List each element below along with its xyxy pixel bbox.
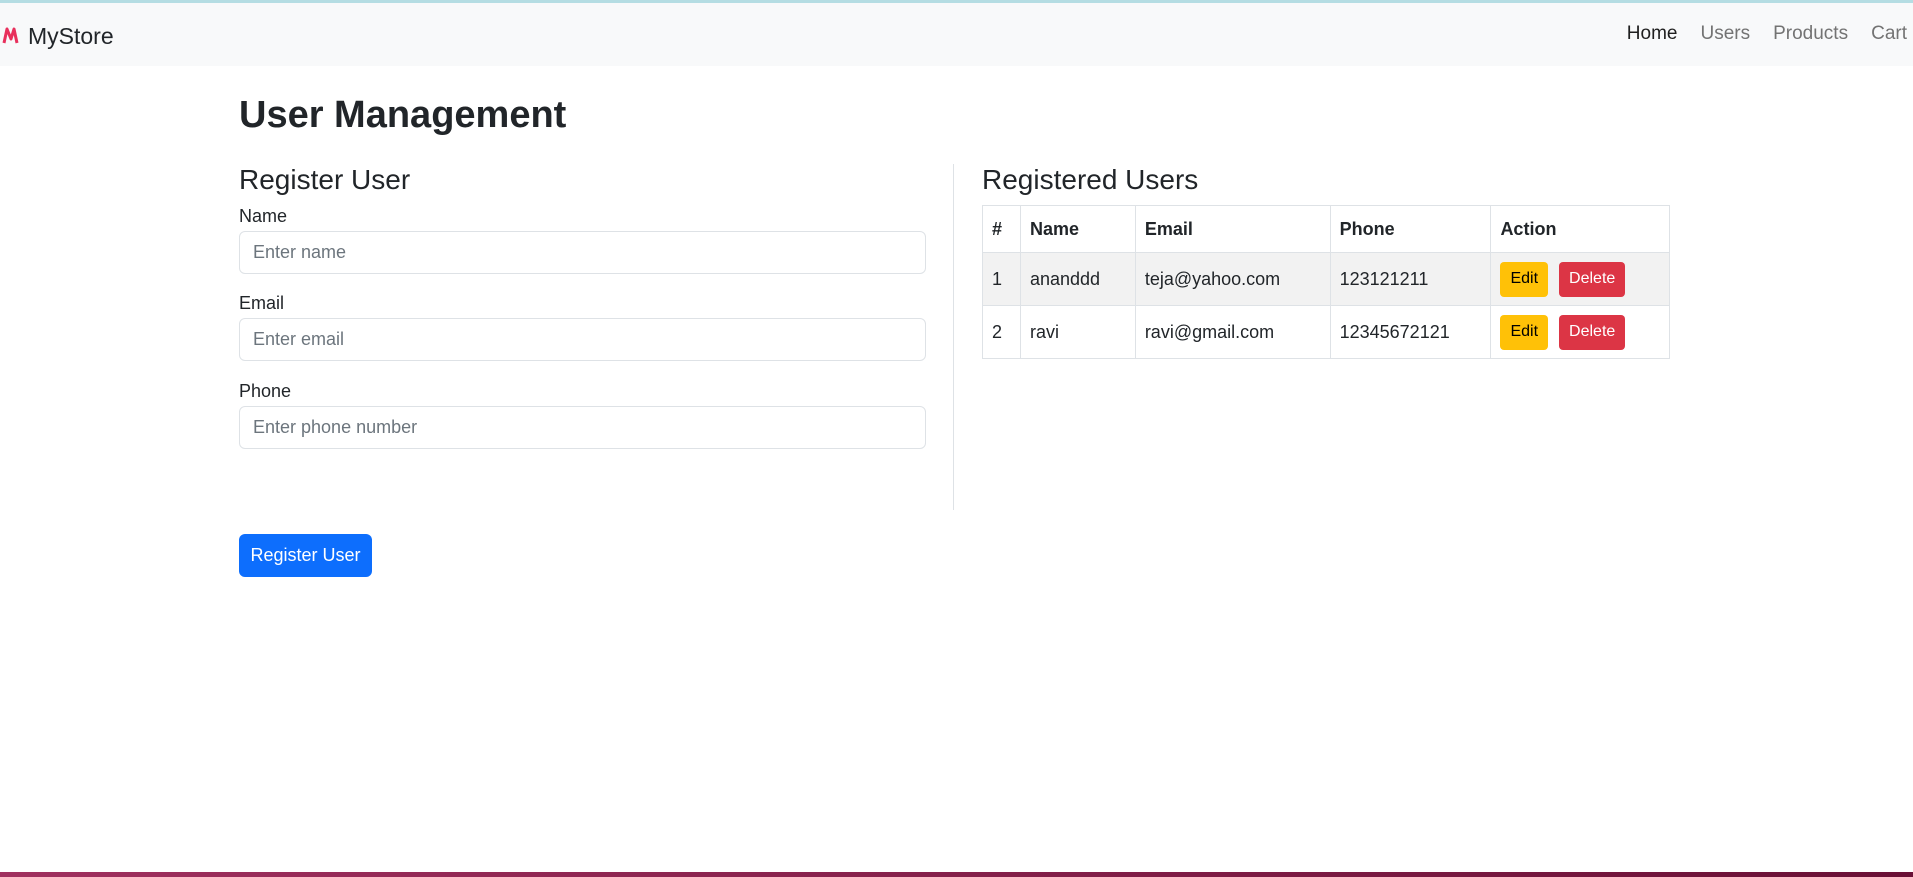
brand-logo-icon <box>2 25 24 47</box>
nav-link-products[interactable]: Products <box>1773 23 1848 45</box>
cell-phone: 123121211 <box>1329 252 1492 306</box>
cell-email: ravi@gmail.com <box>1134 305 1331 359</box>
name-input[interactable] <box>239 231 926 274</box>
column-header-phone: Phone <box>1329 205 1492 253</box>
cell-name: ananddd <box>1019 252 1136 306</box>
phone-input[interactable] <box>239 406 926 449</box>
column-divider <box>953 164 954 510</box>
table-row: 1 ananddd teja@yahoo.com 123121211 Edit … <box>982 252 1670 306</box>
register-user-button[interactable]: Register User <box>239 534 372 577</box>
brand-name: MyStore <box>28 22 114 49</box>
brand[interactable]: MyStore <box>2 21 114 51</box>
edit-button[interactable]: Edit <box>1500 314 1549 350</box>
nav-links: Home Users Products Cart <box>1604 23 1907 45</box>
cell-action: Edit Delete <box>1490 305 1670 359</box>
users-section: Registered Users # Name Email Phone Acti… <box>982 164 1670 359</box>
bottom-accent-bar <box>0 872 1913 877</box>
nav-link-cart[interactable]: Cart <box>1871 23 1907 45</box>
column-header-number: # <box>982 205 1021 253</box>
nav-link-users[interactable]: Users <box>1700 23 1750 45</box>
users-title: Registered Users <box>982 164 1199 195</box>
table-header-row: # Name Email Phone Action <box>982 205 1670 253</box>
cell-name: ravi <box>1019 305 1136 359</box>
email-input[interactable] <box>239 318 926 361</box>
cell-number: 1 <box>982 252 1021 306</box>
edit-button[interactable]: Edit <box>1500 261 1549 297</box>
delete-button[interactable]: Delete <box>1559 261 1626 297</box>
users-table: # Name Email Phone Action 1 ananddd teja… <box>982 205 1670 359</box>
table-row: 2 ravi ravi@gmail.com 12345672121 Edit D… <box>982 305 1670 359</box>
cell-number: 2 <box>982 305 1021 359</box>
navbar: MyStore Home Users Products Cart <box>0 3 1913 66</box>
nav-link-home[interactable]: Home <box>1627 23 1678 45</box>
cell-email: teja@yahoo.com <box>1134 252 1331 306</box>
page-title: User Management <box>239 94 567 136</box>
email-label: Email <box>239 293 285 313</box>
register-section: Register User Name Email Phone Register … <box>239 164 926 577</box>
column-header-action: Action <box>1490 205 1670 253</box>
phone-label: Phone <box>239 381 292 401</box>
name-field-group: Name <box>239 206 926 274</box>
name-label: Name <box>239 206 288 226</box>
phone-field-group: Phone <box>239 381 926 449</box>
cell-action: Edit Delete <box>1490 252 1670 306</box>
register-title: Register User <box>239 164 411 195</box>
cell-phone: 12345672121 <box>1329 305 1492 359</box>
column-header-email: Email <box>1134 205 1331 253</box>
email-field-group: Email <box>239 293 926 361</box>
delete-button[interactable]: Delete <box>1559 314 1626 350</box>
column-header-name: Name <box>1019 205 1136 253</box>
